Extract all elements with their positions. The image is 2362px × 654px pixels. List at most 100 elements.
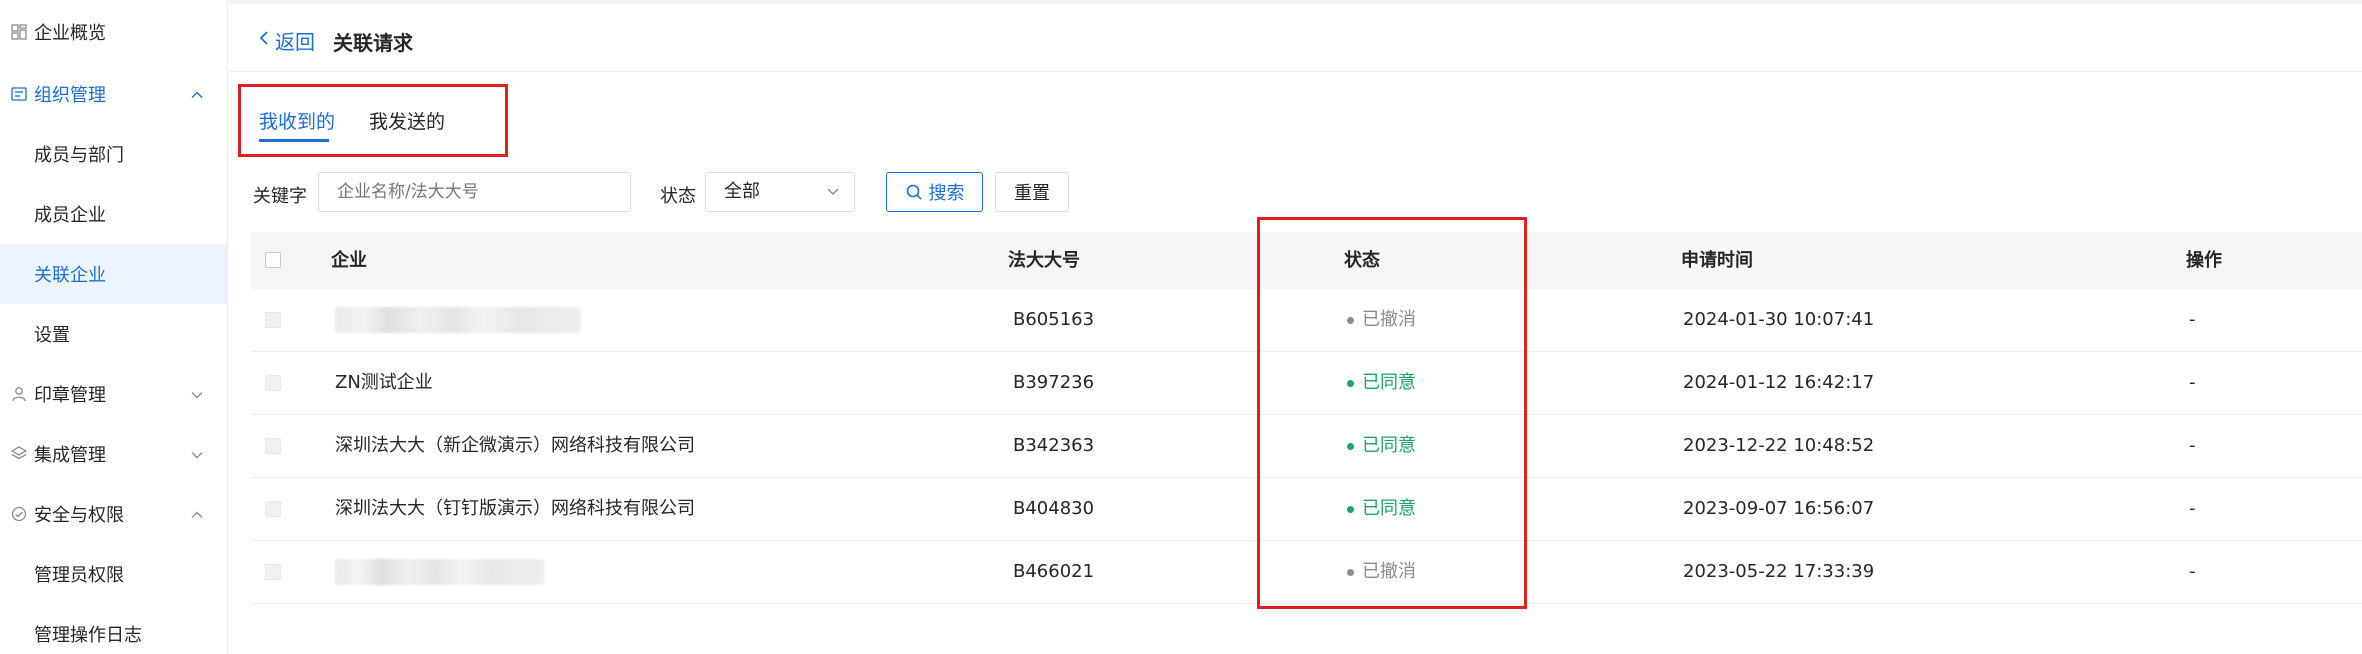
tab-sent[interactable]: 我发送的 xyxy=(369,107,445,134)
tabs-highlight-box: 我收到的 我发送的 xyxy=(238,84,508,157)
sidebar-item-label: 成员与部门 xyxy=(34,145,124,166)
apply-time-cell: 2024-01-12 16:42:17 xyxy=(1683,372,1875,393)
select-all-checkbox[interactable] xyxy=(265,252,281,268)
filter-bar: 关键字 状态 全部 搜索 重置 xyxy=(229,172,1129,212)
apply-time-cell: 2024-01-30 10:07:41 xyxy=(1683,309,1875,330)
row-checkbox[interactable] xyxy=(265,312,281,328)
search-button[interactable]: 搜索 xyxy=(886,172,983,212)
chevron-up-icon xyxy=(190,84,204,105)
row-checkbox[interactable] xyxy=(265,375,281,391)
page-title: 关联请求 xyxy=(333,31,413,55)
sidebar-item-label: 组织管理 xyxy=(34,85,106,106)
reset-button-label: 重置 xyxy=(1014,183,1050,204)
status-select[interactable]: 全部 xyxy=(705,172,855,212)
sidebar-item-seal-management[interactable]: 印章管理 xyxy=(0,364,228,424)
status-text: 已撤消 xyxy=(1362,561,1416,582)
seal-user-icon xyxy=(10,385,28,403)
table-row: B466021 已撤消 2023-05-22 17:33:39 - xyxy=(251,541,2362,604)
status-dot xyxy=(1347,568,1354,576)
status-text: 已同意 xyxy=(1362,435,1416,456)
status-cell: 已同意 xyxy=(1347,352,1416,414)
table-row: B605163 已撤消 2024-01-30 10:07:41 - xyxy=(251,289,2362,352)
status-text: 已同意 xyxy=(1362,498,1416,519)
account-cell: B404830 xyxy=(1013,498,1095,519)
action-cell: - xyxy=(2189,561,2196,582)
table-header: 企业 法大大号 状态 申请时间 操作 xyxy=(251,232,2362,289)
chevron-left-icon xyxy=(259,30,269,51)
tab-received[interactable]: 我收到的 xyxy=(259,107,335,134)
dashboard-icon xyxy=(10,23,28,41)
sidebar-item-label: 集成管理 xyxy=(34,445,106,466)
status-filter-label: 状态 xyxy=(660,186,696,207)
reset-button[interactable]: 重置 xyxy=(995,172,1069,212)
sidebar-item-integration-management[interactable]: 集成管理 xyxy=(0,424,228,484)
column-header-apply-time: 申请时间 xyxy=(1681,250,1753,271)
apply-time-cell: 2023-09-07 16:56:07 xyxy=(1683,498,1875,519)
status-text: 已同意 xyxy=(1362,372,1416,393)
shield-icon xyxy=(10,505,28,523)
status-cell: 已同意 xyxy=(1347,478,1416,540)
column-header-status: 状态 xyxy=(1344,250,1380,271)
apply-time-cell: 2023-05-22 17:33:39 xyxy=(1683,561,1875,582)
sidebar-item-label: 企业概览 xyxy=(34,23,106,44)
main-content: 返回 关联请求 我收到的 我发送的 关键字 状态 全部 搜索 重置 企业 法大大… xyxy=(229,0,2362,654)
action-cell: - xyxy=(2189,498,2196,519)
company-cell: 深圳法大大（新企微演示）网络科技有限公司 xyxy=(335,435,695,456)
chevron-up-icon xyxy=(190,504,204,525)
org-icon xyxy=(10,85,28,103)
action-cell: - xyxy=(2189,435,2196,456)
sidebar-item-settings[interactable]: 设置 xyxy=(0,304,228,364)
account-cell: B397236 xyxy=(1013,372,1095,393)
company-cell: 深圳法大大（钉钉版演示）网络科技有限公司 xyxy=(335,498,695,519)
status-cell: 已撤消 xyxy=(1347,289,1416,351)
column-header-company: 企业 xyxy=(331,250,367,271)
back-button[interactable]: 返回 xyxy=(259,26,315,55)
status-cell: 已同意 xyxy=(1347,415,1416,477)
status-text: 已撤消 xyxy=(1362,309,1416,330)
sidebar: 企业概览 组织管理 成员与部门 成员企业 关联企业 设置 印章管理 集成管理 安… xyxy=(0,0,228,654)
sidebar-item-org-management[interactable]: 组织管理 xyxy=(0,64,228,124)
table-row: 深圳法大大（钉钉版演示）网络科技有限公司 B404830 已同意 2023-09… xyxy=(251,478,2362,541)
sidebar-item-security-permissions[interactable]: 安全与权限 xyxy=(0,484,228,544)
sidebar-item-label: 安全与权限 xyxy=(34,505,124,526)
keyword-input[interactable] xyxy=(318,172,631,212)
account-cell: B466021 xyxy=(1013,561,1095,582)
status-select-value: 全部 xyxy=(724,181,760,202)
sidebar-item-admin-permissions[interactable]: 管理员权限 xyxy=(0,544,228,604)
status-dot xyxy=(1347,442,1354,450)
sidebar-item-label: 成员企业 xyxy=(34,205,106,226)
company-name-redacted xyxy=(335,307,581,333)
keyword-label: 关键字 xyxy=(253,186,307,207)
sidebar-item-label: 设置 xyxy=(34,325,70,346)
sidebar-item-label: 管理员权限 xyxy=(34,565,124,586)
sidebar-item-label: 关联企业 xyxy=(34,265,106,286)
sidebar-item-members-departments[interactable]: 成员与部门 xyxy=(0,124,228,184)
sidebar-item-label: 管理操作日志 xyxy=(34,625,142,646)
company-name-redacted xyxy=(335,559,545,585)
table-row: ZN测试企业 B397236 已同意 2024-01-12 16:42:17 - xyxy=(251,352,2362,415)
row-checkbox[interactable] xyxy=(265,564,281,580)
active-tab-indicator xyxy=(259,139,329,142)
account-cell: B605163 xyxy=(1013,309,1095,330)
sidebar-item-label: 印章管理 xyxy=(34,385,106,406)
row-checkbox[interactable] xyxy=(265,438,281,454)
page-header: 返回 关联请求 xyxy=(229,0,2362,72)
row-checkbox[interactable] xyxy=(265,501,281,517)
status-dot xyxy=(1347,505,1354,513)
apply-time-cell: 2023-12-22 10:48:52 xyxy=(1683,435,1875,456)
chevron-down-icon xyxy=(826,173,840,225)
column-header-action: 操作 xyxy=(2186,250,2222,271)
table-row: 深圳法大大（新企微演示）网络科技有限公司 B342363 已同意 2023-12… xyxy=(251,415,2362,478)
sidebar-item-admin-logs[interactable]: 管理操作日志 xyxy=(0,604,228,654)
search-button-label: 搜索 xyxy=(928,183,965,204)
layers-icon xyxy=(10,445,28,463)
column-header-account: 法大大号 xyxy=(1008,250,1080,271)
sidebar-item-related-enterprises[interactable]: 关联企业 xyxy=(0,244,228,304)
status-dot xyxy=(1347,316,1354,324)
status-dot xyxy=(1347,379,1354,387)
chevron-down-icon xyxy=(190,384,204,405)
chevron-down-icon xyxy=(190,444,204,465)
company-cell: ZN测试企业 xyxy=(335,372,433,393)
sidebar-item-enterprise-overview[interactable]: 企业概览 xyxy=(0,2,228,62)
sidebar-item-member-enterprises[interactable]: 成员企业 xyxy=(0,184,228,244)
